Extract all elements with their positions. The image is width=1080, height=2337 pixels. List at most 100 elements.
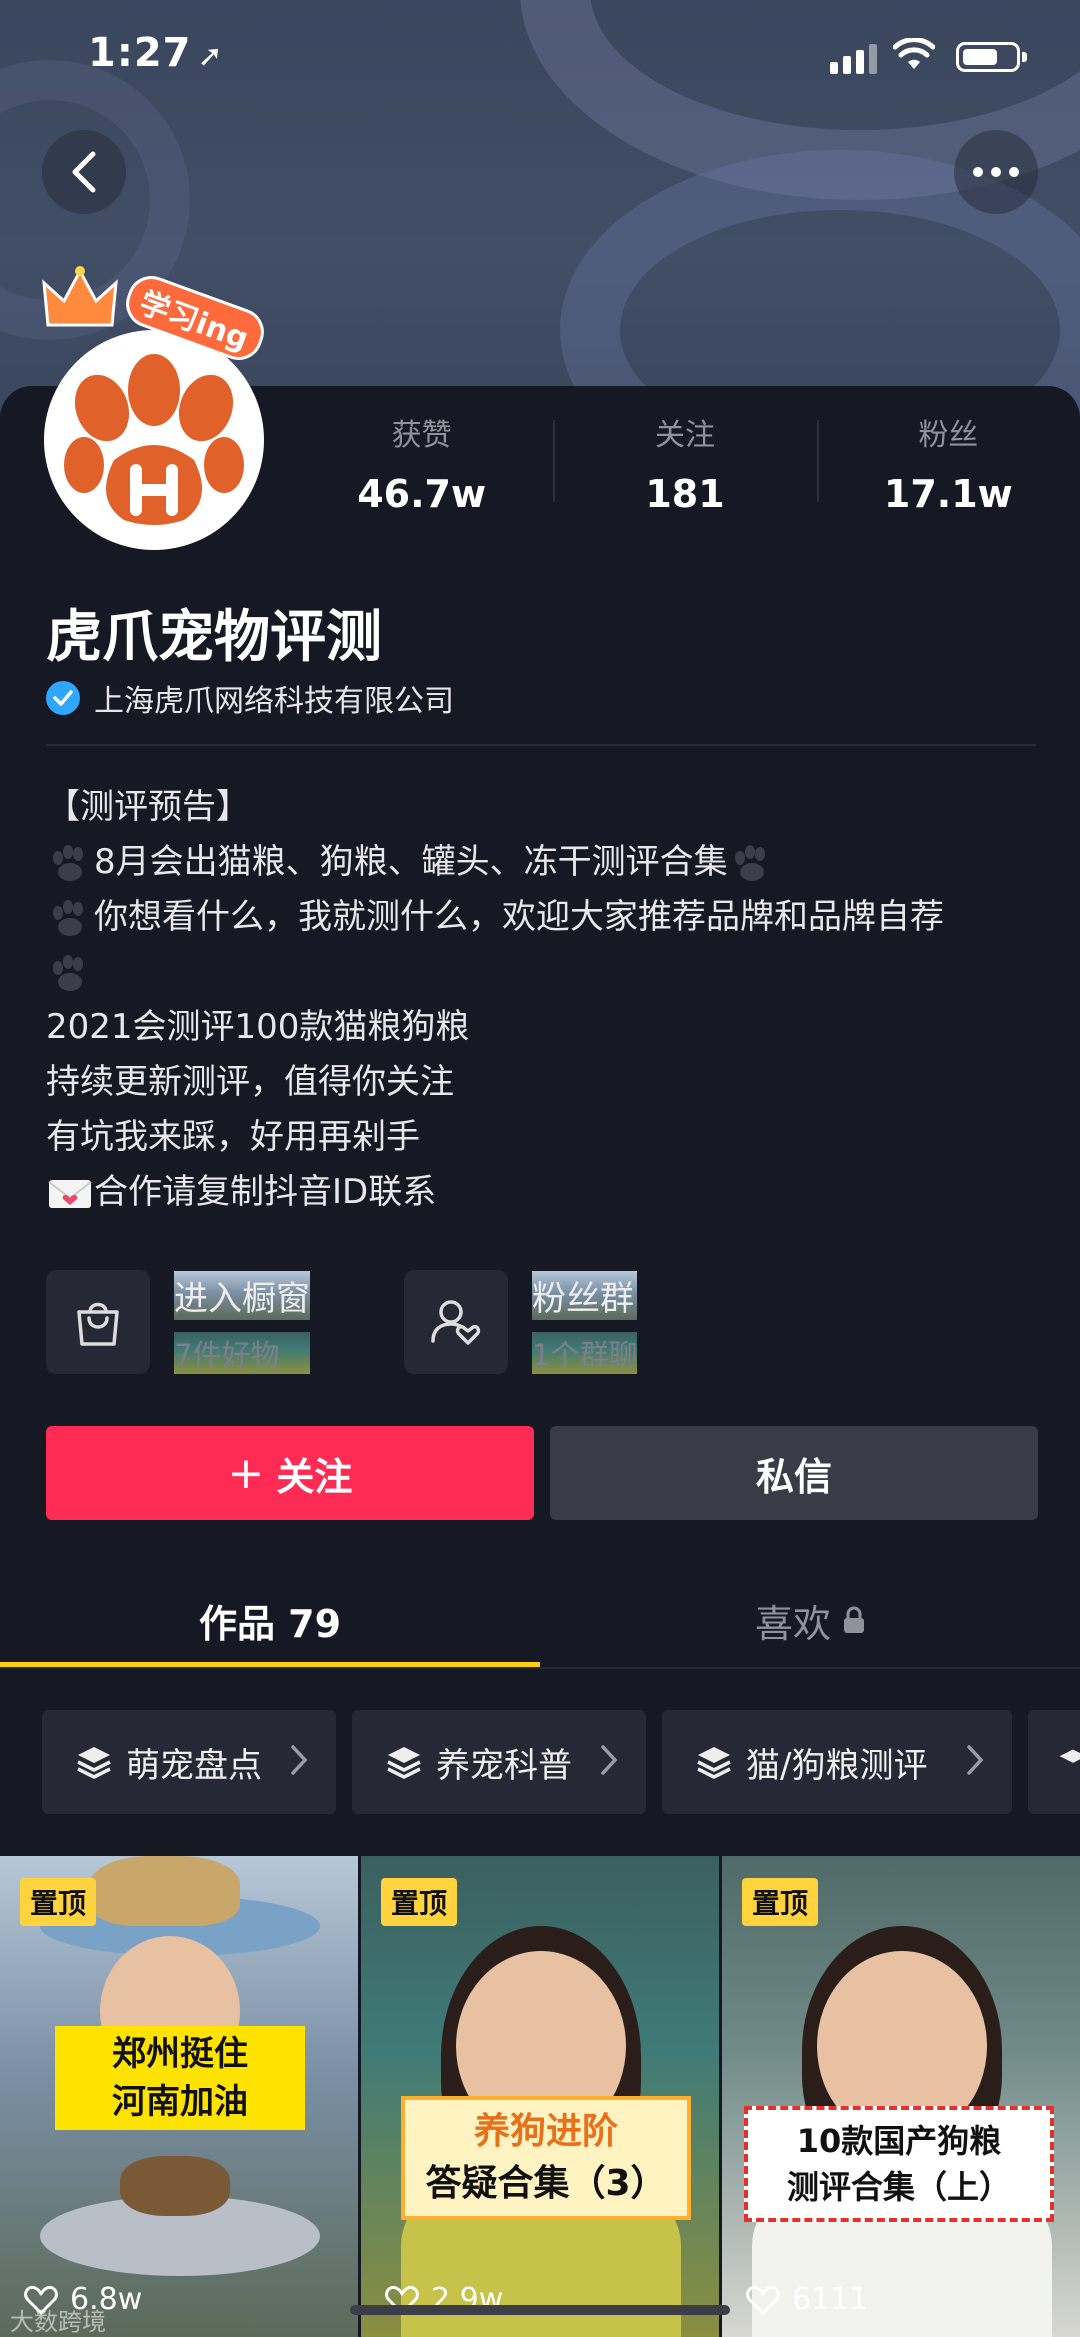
follow-button[interactable]: + 关注 bbox=[46, 1426, 534, 1520]
verified-org-name: 上海虎爪网络科技有限公司 bbox=[94, 684, 454, 719]
stat-likes[interactable]: 获赞 46.7w bbox=[290, 410, 553, 520]
video-caption: 10款国产狗粮 测评合集（上） bbox=[744, 2106, 1054, 2222]
layers-icon bbox=[1059, 1749, 1080, 1763]
stat-value: 46.7w bbox=[357, 472, 487, 516]
collection-chip[interactable]: 萌宠盘点 bbox=[42, 1710, 336, 1814]
collection-label: 猫/狗粮测评 bbox=[746, 1745, 928, 1786]
battery-icon bbox=[956, 42, 1027, 72]
video-thumbnail[interactable]: 置顶 10款国产狗粮 测评合集（上） 6111 bbox=[722, 1856, 1080, 2337]
video-thumbnail[interactable]: 置顶 养狗进阶 答疑合集（3） 2.9w bbox=[361, 1856, 719, 2337]
shop-window-entry[interactable]: 进入橱窗 7件好物 bbox=[46, 1270, 310, 1374]
shortcut-subtitle: 7件好物 bbox=[174, 1331, 310, 1374]
status-time-text: 1:27 bbox=[88, 30, 192, 76]
tab-works[interactable]: 作品 79 bbox=[0, 1570, 540, 1670]
home-indicator bbox=[350, 2305, 730, 2315]
video-caption: 郑州挺住 河南加油 bbox=[55, 2026, 305, 2130]
stat-following[interactable]: 关注 181 bbox=[553, 410, 816, 520]
profile-bio: 【测评预告】 8月会出猫粮、狗粮、罐头、冻干测评合集 你想看什么，我就测什么，欢… bbox=[46, 780, 1046, 1220]
more-dots-icon bbox=[973, 167, 1019, 177]
dog-graphic bbox=[90, 1856, 240, 1926]
likes-count: 6111 bbox=[792, 2282, 869, 2317]
tab-label: 喜欢 bbox=[754, 1601, 831, 1646]
watermark: 大数跨境 bbox=[10, 2308, 106, 2336]
verified-check-icon bbox=[46, 681, 80, 715]
verified-org: 上海虎爪网络科技有限公司 bbox=[46, 676, 454, 720]
stat-label: 粉丝 bbox=[918, 418, 979, 453]
heart-icon bbox=[746, 2285, 780, 2314]
tab-likes[interactable]: 喜欢 bbox=[540, 1570, 1080, 1670]
bio-line: 合作请复制抖音ID联系 bbox=[46, 1165, 1046, 1220]
paw-emoji-icon bbox=[53, 899, 83, 936]
profile-tabs: 作品 79 喜欢 bbox=[0, 1570, 1080, 1670]
bio-line: 有坑我来踩，好用再剁手 bbox=[46, 1117, 420, 1157]
status-bar: 1:27 ➚ bbox=[0, 30, 1080, 90]
tab-label: 作品 79 bbox=[198, 1601, 342, 1646]
pinned-badge: 置顶 bbox=[742, 1878, 819, 1926]
avatar[interactable] bbox=[44, 330, 264, 550]
dog-graphic bbox=[120, 2156, 230, 2216]
collection-label: 萌宠盘点 bbox=[126, 1745, 262, 1786]
bio-line: 【测评预告】 bbox=[46, 787, 250, 827]
lock-icon bbox=[844, 1606, 864, 1633]
layers-icon bbox=[77, 1747, 111, 1779]
collection-chip-partial[interactable] bbox=[1028, 1710, 1080, 1814]
shortcut-title: 进入橱窗 bbox=[174, 1270, 310, 1320]
cellular-signal-icon bbox=[830, 44, 877, 74]
chevron-right-icon bbox=[967, 1745, 984, 1775]
collection-chip[interactable]: 养宠科普 bbox=[352, 1710, 646, 1814]
video-caption: 养狗进阶 答疑合集（3） bbox=[401, 2096, 691, 2220]
video-thumbnail[interactable]: 置顶 郑州挺住 河南加油 6.8w bbox=[0, 1856, 358, 2337]
stat-label: 关注 bbox=[654, 418, 715, 453]
paw-emoji-icon bbox=[734, 844, 765, 881]
profile-name: 虎爪宠物评测 bbox=[46, 605, 382, 670]
stat-label: 获赞 bbox=[391, 418, 452, 453]
pinned-badge: 置顶 bbox=[20, 1878, 97, 1926]
message-label: 私信 bbox=[755, 1454, 832, 1499]
bio-text: 合作请复制抖音ID联系 bbox=[94, 1172, 437, 1212]
video-likes: 6111 bbox=[746, 2282, 868, 2317]
bio-text: 你想看什么，我就测什么，欢迎大家推荐品牌和品牌自荐 bbox=[94, 897, 944, 937]
bio-line bbox=[46, 945, 1046, 1000]
crown-icon bbox=[42, 266, 118, 327]
profile-stats: 获赞 46.7w 关注 181 粉丝 17.1w bbox=[290, 410, 1080, 520]
message-button[interactable]: 私信 bbox=[550, 1426, 1038, 1520]
divider bbox=[0, 1667, 1080, 1669]
bio-line: 你想看什么，我就测什么，欢迎大家推荐品牌和品牌自荐 bbox=[46, 890, 1046, 945]
paw-logo-icon bbox=[48, 334, 260, 546]
collection-chip[interactable]: 猫/狗粮测评 bbox=[662, 1710, 1012, 1814]
wifi-icon bbox=[893, 38, 935, 69]
layers-icon bbox=[697, 1747, 731, 1779]
caption-line: 10款国产狗粮 bbox=[796, 2122, 1002, 2160]
paw-emoji-icon bbox=[53, 954, 83, 991]
divider bbox=[46, 744, 1036, 746]
bio-line: 2021会测评100款猫粮狗粮 bbox=[46, 1007, 470, 1047]
bio-line: 8月会出猫粮、狗粮、罐头、冻干测评合集 bbox=[46, 835, 1046, 890]
collection-chips: 萌宠盘点 养宠科普 猫/狗粮测评 bbox=[42, 1710, 1080, 1814]
back-button[interactable] bbox=[42, 130, 126, 214]
shortcut-title: 粉丝群 bbox=[532, 1270, 638, 1320]
follow-label: 关注 bbox=[276, 1454, 353, 1499]
status-time: 1:27 ➚ bbox=[88, 30, 224, 76]
shopping-bag-icon bbox=[46, 1270, 150, 1374]
stat-value: 181 bbox=[645, 472, 725, 516]
bio-line: 持续更新测评，值得你关注 bbox=[46, 1062, 454, 1102]
fan-group-entry[interactable]: 粉丝群 1个群聊 bbox=[404, 1270, 638, 1374]
more-button[interactable] bbox=[954, 130, 1038, 214]
shortcut-subtitle: 1个群聊 bbox=[532, 1331, 638, 1374]
caption-line: 河南加油 bbox=[112, 2082, 248, 2122]
chevron-right-icon bbox=[291, 1745, 308, 1775]
layers-icon bbox=[387, 1747, 421, 1779]
stat-followers[interactable]: 粉丝 17.1w bbox=[816, 410, 1080, 520]
video-grid: 置顶 郑州挺住 河南加油 6.8w 置顶 养狗进阶 答疑合集（3） 2.9w 置… bbox=[0, 1856, 1080, 2337]
location-arrow-icon: ➚ bbox=[197, 39, 224, 74]
plus-icon: + bbox=[227, 1447, 265, 1499]
collection-label: 养宠科普 bbox=[436, 1745, 572, 1786]
paw-emoji-icon bbox=[53, 844, 83, 881]
bio-text: 8月会出猫粮、狗粮、罐头、冻干测评合集 bbox=[94, 842, 728, 882]
caption-line: 答疑合集（3） bbox=[425, 2163, 667, 2204]
love-letter-icon bbox=[48, 1179, 92, 1208]
caption-line: 养狗进阶 bbox=[473, 2111, 618, 2152]
caption-line: 测评合集（上） bbox=[786, 2168, 1011, 2206]
pinned-badge: 置顶 bbox=[381, 1878, 458, 1926]
chevron-right-icon bbox=[601, 1745, 618, 1775]
